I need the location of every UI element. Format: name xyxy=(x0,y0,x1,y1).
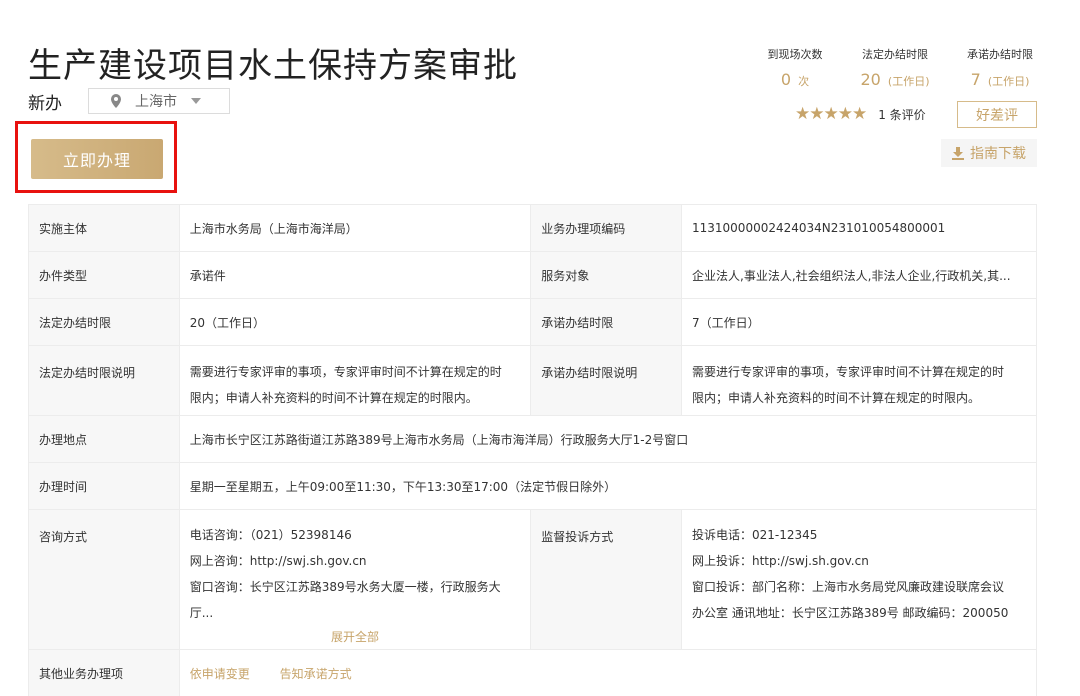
consult-line: 电话咨询：（021）52398146 xyxy=(189,528,352,542)
complaint-line: 网上投诉：http://swj.sh.gov.cn xyxy=(692,554,869,568)
note-line: 限内；申请人补充资料的时间不计算在规定的时限内。 xyxy=(692,390,981,405)
table-value: 电话咨询：（021）52398146 网上咨询：http://swj.sh.go… xyxy=(178,509,532,650)
apply-highlight-box: 立即办理 xyxy=(15,121,177,193)
table-value: 20（工作日） xyxy=(178,298,532,346)
table-key: 办件类型 xyxy=(28,251,180,299)
subtitle-row: 新办 上海市 xyxy=(28,88,230,114)
complaint-text: 投诉电话：021-12345 网上投诉：http://swj.sh.gov.cn… xyxy=(692,510,1026,626)
stat-value: 7 (工作日) xyxy=(970,70,1030,89)
table-key: 实施主体 xyxy=(28,204,180,252)
handling-type: 新办 xyxy=(28,93,62,114)
table-value: 企业法人,事业法人,社会组织法人,非法人企业,行政机关,其... xyxy=(681,251,1037,299)
stat-label: 法定办结时限 xyxy=(862,48,928,61)
note-text: 需要进行专家评审的事项，专家评审时间不计算在规定的时 限内；申请人补充资料的时间… xyxy=(692,351,1026,411)
consult-line: 厅... xyxy=(189,606,214,620)
complaint-line: 投诉电话：021-12345 xyxy=(692,528,818,542)
download-icon xyxy=(952,146,964,160)
stat-value: 0 次 xyxy=(780,70,810,89)
stat-legal-limit: 法定办结时限 20 (工作日) xyxy=(852,46,938,89)
table-value: 承诺件 xyxy=(178,251,532,299)
table-key: 承诺办结时限说明 xyxy=(530,345,682,416)
star-rating-icon: ★★★★★ xyxy=(795,104,867,124)
note-line: 需要进行专家评审的事项，专家评审时间不计算在规定的时 xyxy=(189,364,502,379)
chevron-down-icon xyxy=(191,98,201,104)
table-value: 需要进行专家评审的事项，专家评审时间不计算在规定的时 限内；申请人补充资料的时间… xyxy=(178,345,532,416)
table-row: 办理时间 星期一至星期五，上午09:00至11:30，下午13:30至17:00… xyxy=(28,462,1038,510)
table-row: 其他业务办理项 依申请变更 告知承诺方式 xyxy=(28,649,1038,696)
info-table: 实施主体 上海市水务局（上海市海洋局） 业务办理项编码 113100000024… xyxy=(28,204,1038,696)
complaint-line: 办公室 通讯地址：长宁区江苏路389号 邮政编码：200050 xyxy=(692,606,1009,620)
apply-now-button[interactable]: 立即办理 xyxy=(31,139,163,179)
table-key: 监督投诉方式 xyxy=(530,509,682,650)
table-row: 实施主体 上海市水务局（上海市海洋局） 业务办理项编码 113100000024… xyxy=(28,204,1037,252)
region-select[interactable]: 上海市 xyxy=(88,88,230,114)
complaint-line: 窗口投诉：部门名称：上海市水务局党风廉政建设联席会议 xyxy=(692,580,1005,594)
table-row: 咨询方式 电话咨询：（021）52398146 网上咨询：http://swj.… xyxy=(28,509,1037,650)
stat-label: 到现场次数 xyxy=(767,48,823,61)
table-row: 办件类型 承诺件 服务对象 企业法人,事业法人,社会组织法人,非法人企业,行政机… xyxy=(28,251,1037,299)
table-key: 业务办理项编码 xyxy=(530,204,682,252)
apply-change-link[interactable]: 依申请变更 xyxy=(190,667,250,681)
stat-value: 20 (工作日) xyxy=(860,70,930,89)
table-value: 星期一至星期五，上午09:00至11:30，下午13:30至17:00（法定节假… xyxy=(178,462,1038,510)
table-value: 上海市长宁区江苏路街道江苏路389号上海市水务局（上海市海洋局）行政服务大厅1-… xyxy=(178,415,1038,463)
table-value: 11310000002424034N231010054800001 xyxy=(681,204,1037,252)
table-row: 法定办结时限说明 需要进行专家评审的事项，专家评审时间不计算在规定的时 限内；申… xyxy=(28,345,1037,416)
note-line: 限内；申请人补充资料的时间不计算在规定的时限内。 xyxy=(189,390,478,405)
rating-count[interactable]: 1 条评价 xyxy=(878,106,925,123)
stat-promise-limit: 承诺办结时限 7 (工作日) xyxy=(958,46,1042,89)
table-value: 需要进行专家评审的事项，专家评审时间不计算在规定的时 限内；申请人补充资料的时间… xyxy=(681,345,1037,416)
consult-line: 网上咨询：http://swj.sh.gov.cn xyxy=(189,554,367,568)
table-key: 其他业务办理项 xyxy=(28,649,180,696)
service-target-text: 企业法人,事业法人,社会组织法人,非法人企业,行政机关,其... xyxy=(692,268,1011,283)
note-text: 需要进行专家评审的事项，专家评审时间不计算在规定的时 限内；申请人补充资料的时间… xyxy=(190,351,521,411)
rating: ★★★★★ 1 条评价 xyxy=(795,104,926,124)
table-row: 办理地点 上海市长宁区江苏路街道江苏路389号上海市水务局（上海市海洋局）行政服… xyxy=(28,415,1038,463)
region-label: 上海市 xyxy=(135,94,177,110)
guide-download-button[interactable]: 指南下载 xyxy=(941,139,1037,167)
review-button[interactable]: 好差评 xyxy=(957,101,1037,128)
table-key: 法定办结时限 xyxy=(28,298,180,346)
table-key: 办理地点 xyxy=(28,415,180,463)
table-key: 咨询方式 xyxy=(28,509,180,650)
stat-label: 承诺办结时限 xyxy=(967,48,1033,61)
stat-visits: 到现场次数 0 次 xyxy=(760,46,830,89)
location-pin-icon xyxy=(111,94,121,108)
table-value: 7（工作日） xyxy=(681,298,1037,346)
consult-text: 电话咨询：（021）52398146 网上咨询：http://swj.sh.go… xyxy=(190,510,521,626)
guide-download-label: 指南下载 xyxy=(970,146,1026,162)
notify-promise-link[interactable]: 告知承诺方式 xyxy=(280,667,352,681)
page-title: 生产建设项目水土保持方案审批 xyxy=(28,46,518,86)
table-key: 服务对象 xyxy=(530,251,682,299)
table-value: 投诉电话：021-12345 网上投诉：http://swj.sh.gov.cn… xyxy=(681,509,1037,650)
table-value: 依申请变更 告知承诺方式 xyxy=(178,649,1038,696)
note-line: 需要进行专家评审的事项，专家评审时间不计算在规定的时 xyxy=(692,364,1005,379)
table-row: 法定办结时限 20（工作日） 承诺办结时限 7（工作日） xyxy=(28,298,1037,346)
consult-line: 窗口咨询：长宁区江苏路389号水务大厦一楼，行政服务大 xyxy=(189,580,501,594)
table-key: 承诺办结时限 xyxy=(530,298,682,346)
table-key: 办理时间 xyxy=(28,462,180,510)
expand-all-link[interactable]: 展开全部 xyxy=(190,628,521,649)
table-key: 法定办结时限说明 xyxy=(28,345,180,416)
table-value: 上海市水务局（上海市海洋局） xyxy=(178,204,532,252)
